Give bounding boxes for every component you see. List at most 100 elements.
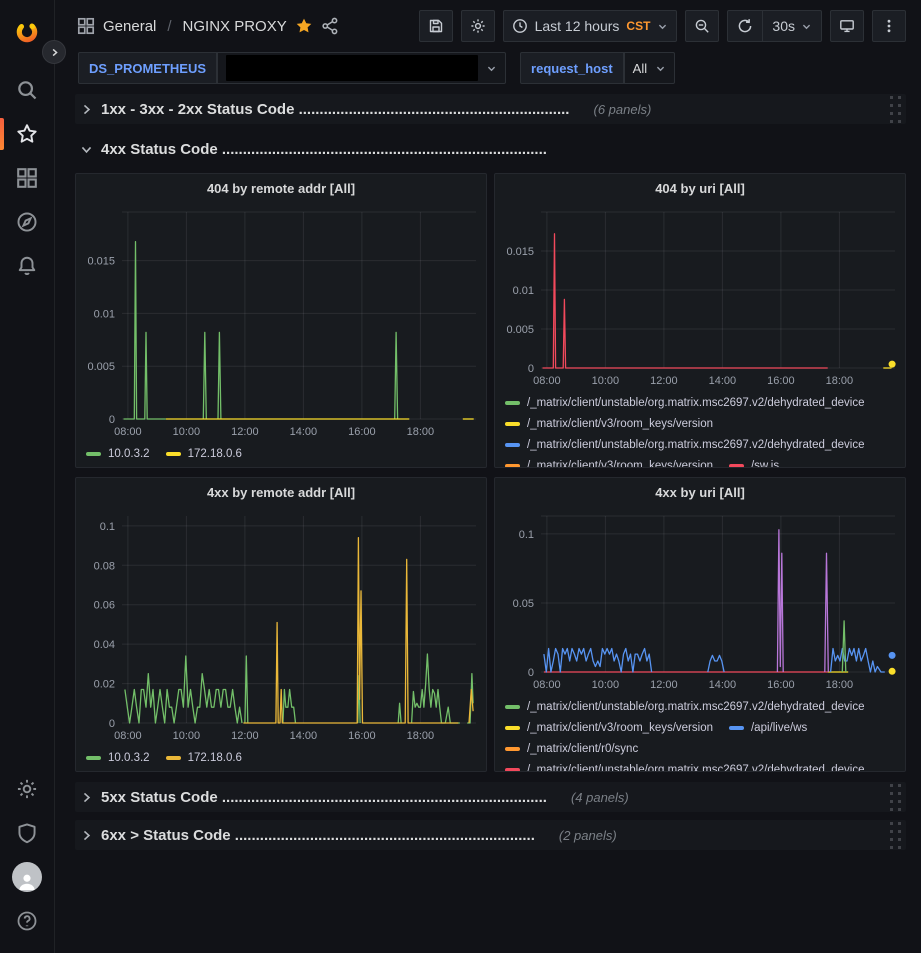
panel-title[interactable]: 4xx by uri [All] bbox=[495, 478, 905, 508]
sidebar-item-alerting[interactable] bbox=[0, 244, 55, 288]
svg-text:14:00: 14:00 bbox=[290, 426, 318, 438]
svg-text:10:00: 10:00 bbox=[173, 426, 201, 438]
svg-text:10:00: 10:00 bbox=[173, 730, 201, 742]
sidebar-item-profile[interactable] bbox=[0, 855, 55, 899]
legend-series-label: /_matrix/client/v3/room_keys/version bbox=[527, 460, 713, 468]
kebab-menu-button[interactable] bbox=[872, 10, 906, 42]
legend-item[interactable]: /_matrix/client/v3/room_keys/version bbox=[505, 717, 713, 738]
legend-series-label: 172.18.0.6 bbox=[188, 752, 242, 764]
time-series-chart[interactable]: 08:0010:0012:0014:0016:0018:0000.020.040… bbox=[76, 508, 486, 745]
legend-item[interactable]: /_matrix/client/unstable/org.matrix.msc2… bbox=[505, 434, 865, 455]
var-label-request-host[interactable]: request_host bbox=[520, 52, 624, 84]
row-panel-count: (2 panels) bbox=[559, 828, 617, 843]
gear-icon bbox=[16, 778, 38, 800]
sidebar-item-help[interactable] bbox=[0, 899, 55, 943]
shield-icon bbox=[16, 822, 38, 844]
avatar bbox=[12, 862, 42, 892]
dashboard-title[interactable]: NGINX PROXY bbox=[183, 18, 287, 35]
sidebar-item-search[interactable] bbox=[0, 68, 55, 112]
legend-item[interactable]: /sw.js bbox=[729, 455, 779, 467]
save-dashboard-button[interactable] bbox=[419, 10, 453, 42]
legend-item[interactable]: 10.0.3.2 bbox=[86, 443, 150, 464]
ds-prometheus-select[interactable] bbox=[217, 52, 506, 84]
legend-item[interactable]: /_matrix/client/unstable/org.matrix.msc2… bbox=[505, 696, 865, 717]
var-label-ds-prometheus[interactable]: DS_PROMETHEUS bbox=[78, 52, 217, 84]
sidebar-item-dashboards[interactable] bbox=[0, 156, 55, 200]
time-series-chart[interactable]: 08:0010:0012:0014:0016:0018:0000.0050.01… bbox=[76, 204, 486, 441]
time-range-picker[interactable]: Last 12 hours CST bbox=[503, 10, 678, 42]
row-panel-count: (6 panels) bbox=[593, 102, 651, 117]
compass-icon bbox=[16, 211, 38, 233]
legend-item[interactable]: 10.0.3.2 bbox=[86, 747, 150, 768]
legend-item[interactable]: /_matrix/client/unstable/org.matrix.msc2… bbox=[505, 392, 865, 413]
legend-item[interactable]: /_matrix/client/v3/room_keys/version bbox=[505, 455, 713, 467]
legend-series-label: 10.0.3.2 bbox=[108, 752, 150, 764]
svg-text:0.01: 0.01 bbox=[94, 308, 115, 320]
time-series-chart[interactable]: 08:0010:0012:0014:0016:0018:0000.0050.01… bbox=[495, 204, 905, 390]
favorite-star-icon[interactable] bbox=[295, 17, 313, 35]
panel-404-by-remote-addr: 404 by remote addr [All] 08:0010:0012:00… bbox=[75, 173, 487, 468]
legend-item[interactable]: /_matrix/client/r0/sync bbox=[505, 738, 638, 759]
timezone-badge: CST bbox=[626, 19, 650, 33]
chevron-down-icon bbox=[80, 143, 93, 156]
chevron-down-icon bbox=[657, 21, 668, 32]
breadcrumb-folder[interactable]: General bbox=[103, 18, 156, 35]
svg-text:0: 0 bbox=[528, 667, 534, 679]
legend-series-label: /_matrix/client/v3/room_keys/version bbox=[527, 722, 713, 734]
refresh-interval-dropdown[interactable]: 30s bbox=[762, 11, 821, 41]
legend-item[interactable]: /_matrix/client/unstable/org.matrix.msc2… bbox=[505, 759, 865, 771]
sidebar-item-server-admin[interactable] bbox=[0, 811, 55, 855]
svg-text:16:00: 16:00 bbox=[348, 426, 376, 438]
legend-item[interactable]: 172.18.0.6 bbox=[166, 443, 242, 464]
svg-text:0.1: 0.1 bbox=[519, 529, 534, 541]
row-drag-handle[interactable] bbox=[890, 784, 902, 811]
panel-title[interactable]: 4xx by remote addr [All] bbox=[76, 478, 486, 508]
legend-item[interactable]: 172.18.0.6 bbox=[166, 747, 242, 768]
refresh-button[interactable] bbox=[728, 11, 762, 41]
panel-legend: /_matrix/client/unstable/org.matrix.msc2… bbox=[495, 390, 905, 467]
panel-title[interactable]: 404 by remote addr [All] bbox=[76, 174, 486, 204]
time-series-chart[interactable]: 08:0010:0012:0014:0016:0018:0000.050.1 bbox=[495, 508, 905, 694]
panel-legend: /_matrix/client/unstable/org.matrix.msc2… bbox=[495, 694, 905, 771]
tv-view-button[interactable] bbox=[830, 10, 864, 42]
sidebar-item-configuration[interactable] bbox=[0, 767, 55, 811]
zoom-out-button[interactable] bbox=[685, 10, 719, 42]
legend-series-swatch bbox=[505, 726, 520, 730]
panel-404-by-uri: 404 by uri [All] 08:0010:0012:0014:0016:… bbox=[494, 173, 906, 468]
svg-text:08:00: 08:00 bbox=[533, 679, 561, 691]
legend-item[interactable]: /api/live/ws bbox=[729, 717, 807, 738]
sidebar-item-starred[interactable] bbox=[0, 112, 55, 156]
row-6xx[interactable]: 6xx > Status Code ......................… bbox=[75, 820, 906, 850]
share-icon[interactable] bbox=[321, 17, 339, 35]
star-outline-icon bbox=[16, 123, 38, 145]
row-drag-handle[interactable] bbox=[890, 822, 902, 849]
dashboards-grid-icon bbox=[16, 167, 38, 189]
chevron-right-icon bbox=[80, 791, 93, 804]
legend-series-label: /sw.js bbox=[751, 460, 779, 468]
legend-series-swatch bbox=[505, 443, 520, 447]
bell-icon bbox=[16, 255, 38, 277]
chevron-right-icon bbox=[80, 829, 93, 842]
svg-text:14:00: 14:00 bbox=[290, 730, 318, 742]
svg-text:0.06: 0.06 bbox=[94, 600, 115, 612]
legend-series-label: /_matrix/client/unstable/org.matrix.msc2… bbox=[527, 701, 865, 713]
panel-title[interactable]: 404 by uri [All] bbox=[495, 174, 905, 204]
row-title: 1xx - 3xx - 2xx Status Code ............… bbox=[101, 101, 569, 118]
legend-item[interactable]: /_matrix/client/v3/room_keys/version bbox=[505, 413, 713, 434]
row-1xx-3xx-2xx[interactable]: 1xx - 3xx - 2xx Status Code ............… bbox=[75, 94, 906, 124]
chevron-down-icon bbox=[801, 21, 812, 32]
chevron-right-icon bbox=[49, 47, 60, 58]
row-5xx[interactable]: 5xx Status Code ........................… bbox=[75, 782, 906, 812]
row-4xx[interactable]: 4xx Status Code ........................… bbox=[75, 134, 906, 164]
svg-text:08:00: 08:00 bbox=[533, 375, 561, 387]
svg-text:12:00: 12:00 bbox=[231, 730, 259, 742]
question-circle-icon bbox=[16, 910, 38, 932]
row-drag-handle[interactable] bbox=[890, 96, 902, 123]
legend-series-swatch bbox=[86, 452, 101, 456]
dashboard-settings-button[interactable] bbox=[461, 10, 495, 42]
sidebar-item-explore[interactable] bbox=[0, 200, 55, 244]
expand-sidebar-button[interactable] bbox=[42, 40, 66, 64]
svg-text:12:00: 12:00 bbox=[231, 426, 259, 438]
request-host-select[interactable]: All bbox=[624, 52, 675, 84]
row-panel-count: (4 panels) bbox=[571, 790, 629, 805]
